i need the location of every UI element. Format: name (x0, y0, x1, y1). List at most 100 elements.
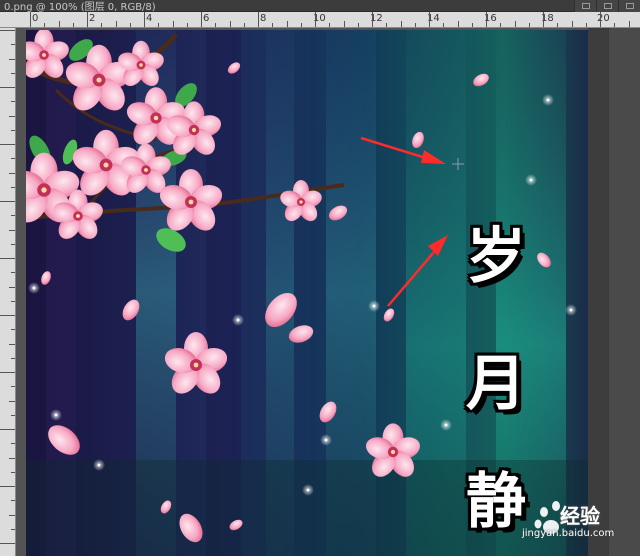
ruler-tick (11, 386, 15, 388)
ruler-tick (372, 12, 373, 27)
ruler-tick (243, 23, 245, 27)
ruler-tick (11, 72, 15, 74)
ruler-tick (72, 23, 74, 27)
ruler-label: 8 (260, 13, 267, 24)
ruler-label: 2 (89, 13, 96, 24)
ruler-tick (201, 12, 202, 27)
ruler-tick (500, 23, 502, 27)
ruler-tick (585, 23, 587, 27)
ruler-tick (0, 258, 15, 259)
ruler-tick (300, 23, 302, 27)
ruler-tick (471, 23, 473, 27)
ruler-tick (144, 12, 145, 27)
ruler-tick (514, 21, 516, 27)
image-canvas[interactable]: 岁 月 静 (26, 30, 588, 556)
ruler-tick (0, 429, 15, 430)
sparkle (232, 314, 244, 326)
window-controls (574, 0, 640, 12)
ruler-tick (11, 528, 15, 530)
ruler-tick (11, 272, 15, 274)
sparkle (320, 434, 332, 446)
ruler-tick (215, 23, 217, 27)
ruler-tick (87, 12, 88, 27)
ruler-tick (628, 21, 630, 27)
ruler-tick (0, 30, 15, 31)
ruler-tick (11, 500, 15, 502)
ruler-tick (9, 457, 15, 459)
ruler-tick (115, 21, 117, 27)
ruler-tick (9, 115, 15, 117)
ruler-label: 0 (32, 13, 39, 24)
ruler-tick (9, 229, 15, 231)
panel-button[interactable] (618, 0, 640, 12)
ruler-tick (9, 58, 15, 60)
ruler-tick (343, 21, 345, 27)
ruler-label: 4 (146, 13, 153, 24)
ruler-tick (528, 23, 530, 27)
sparkle (565, 304, 577, 316)
sparkle (525, 174, 537, 186)
ruler-tick (11, 186, 15, 188)
ruler-tick (457, 21, 459, 27)
ruler-tick (11, 300, 15, 302)
ruler-tick (0, 372, 15, 373)
maximize-button[interactable] (596, 0, 618, 12)
ruler-tick (11, 44, 15, 46)
ruler-tick (129, 23, 131, 27)
ruler-tick (11, 101, 15, 103)
canvas-pasteboard (588, 28, 608, 556)
ruler-tick (11, 414, 15, 416)
ruler-tick (11, 357, 15, 359)
horizontal-ruler[interactable]: 0 2 4 6 8 10 12 14 16 18 20 (0, 12, 640, 28)
sparkle (93, 459, 105, 471)
ruler-label: 6 (203, 13, 210, 24)
ruler-tick (286, 21, 288, 27)
ruler-tick (614, 23, 616, 27)
sparkle (542, 94, 554, 106)
restore-icon (582, 3, 590, 9)
ruler-tick (0, 87, 15, 88)
sparkle (440, 419, 452, 431)
vertical-title-char: 静 (466, 467, 526, 537)
sparkle (368, 300, 380, 312)
ruler-tick (11, 471, 15, 473)
ruler-tick (0, 144, 15, 145)
ruler-tick (357, 23, 359, 27)
ruler-tick (9, 514, 15, 516)
maximize-icon (604, 3, 612, 9)
ruler-tick (0, 315, 15, 316)
vertical-scrollbar[interactable] (608, 28, 640, 556)
ruler-tick (315, 12, 316, 27)
ruler-tick (11, 129, 15, 131)
vertical-ruler[interactable] (0, 28, 16, 556)
ruler-tick (172, 21, 174, 27)
ruler-tick (9, 172, 15, 174)
ruler-tick (11, 243, 15, 245)
ruler-tick (414, 23, 416, 27)
ruler-label: 20 (597, 13, 610, 24)
ruler-tick (30, 12, 31, 27)
ruler-tick (9, 400, 15, 402)
ruler-tick (329, 23, 331, 27)
ruler-tick (0, 543, 15, 544)
ruler-tick (158, 23, 160, 27)
ruler-tick (9, 286, 15, 288)
vertical-title-char: 岁 (466, 222, 526, 292)
ruler-tick (58, 21, 60, 27)
ruler-tick (186, 23, 188, 27)
ruler-tick (571, 21, 573, 27)
watermark-brand: 经验 (560, 504, 600, 528)
ruler-tick (258, 12, 259, 27)
ruler-tick (386, 23, 388, 27)
sparkle (28, 282, 40, 294)
ruler-tick (0, 201, 15, 202)
ruler-tick (429, 12, 430, 27)
ruler-tick (0, 486, 15, 487)
vertical-title-char: 月 (466, 349, 526, 419)
ruler-tick (272, 23, 274, 27)
document-tab-bar: 0.png @ 100% (图层 0, RGB/8) (0, 0, 640, 13)
ruler-tick (443, 23, 445, 27)
ruler-tick (543, 12, 544, 27)
ruler-tick (11, 443, 15, 445)
restore-button[interactable] (574, 0, 596, 12)
